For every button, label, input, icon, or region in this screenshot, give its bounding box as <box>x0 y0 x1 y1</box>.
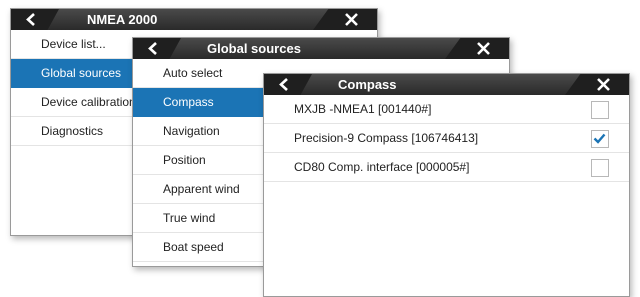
back-button[interactable] <box>11 9 59 30</box>
menu-item-label: Apparent wind <box>163 182 240 196</box>
checkmark-icon <box>593 133 606 144</box>
menu-item-label: Navigation <box>163 124 220 138</box>
compass-source-label: CD80 Comp. interface [000005#] <box>294 160 470 174</box>
compass-titlebar: Compass <box>264 74 629 95</box>
close-icon <box>597 78 610 91</box>
chevron-left-icon <box>26 13 35 26</box>
back-button[interactable] <box>133 38 181 59</box>
menu-item-label: Position <box>163 153 206 167</box>
menu-item-label: Device calibration <box>41 95 136 109</box>
menu-item-label: Diagnostics <box>41 124 104 138</box>
nmea2000-titlebar: NMEA 2000 <box>11 9 377 30</box>
chevron-left-icon <box>279 78 288 91</box>
panel-title: NMEA 2000 <box>87 12 158 27</box>
compass-source-row[interactable]: CD80 Comp. interface [000005#] <box>264 153 629 182</box>
panel-title: Global sources <box>207 41 301 56</box>
back-button[interactable] <box>264 74 312 95</box>
chevron-left-icon <box>148 42 157 55</box>
menu-item-label: Device list... <box>41 37 106 51</box>
global-sources-titlebar: Global sources <box>133 38 509 59</box>
compass-source-row[interactable]: Precision-9 Compass [106746413] <box>264 124 629 153</box>
close-button[interactable] <box>565 74 629 95</box>
source-checkbox[interactable] <box>591 101 609 119</box>
close-button[interactable] <box>445 38 509 59</box>
menu-item-label: True wind <box>163 211 216 225</box>
source-checkbox[interactable] <box>591 159 609 177</box>
close-icon <box>477 42 490 55</box>
compass-panel: Compass MXJB -NMEA1 [001440#] Precision-… <box>263 73 630 297</box>
compass-source-row[interactable]: MXJB -NMEA1 [001440#] <box>264 95 629 124</box>
menu-item-label: Compass <box>163 95 214 109</box>
panel-title: Compass <box>338 77 397 92</box>
menu-item-label: Global sources <box>41 66 122 80</box>
close-icon <box>345 13 358 26</box>
compass-source-label: MXJB -NMEA1 [001440#] <box>294 102 432 116</box>
close-button[interactable] <box>313 9 377 30</box>
menu-item-label: Boat speed <box>163 240 224 254</box>
menu-item-label: Auto select <box>163 66 223 80</box>
compass-source-label: Precision-9 Compass [106746413] <box>294 131 479 145</box>
source-checkbox[interactable] <box>591 130 609 148</box>
